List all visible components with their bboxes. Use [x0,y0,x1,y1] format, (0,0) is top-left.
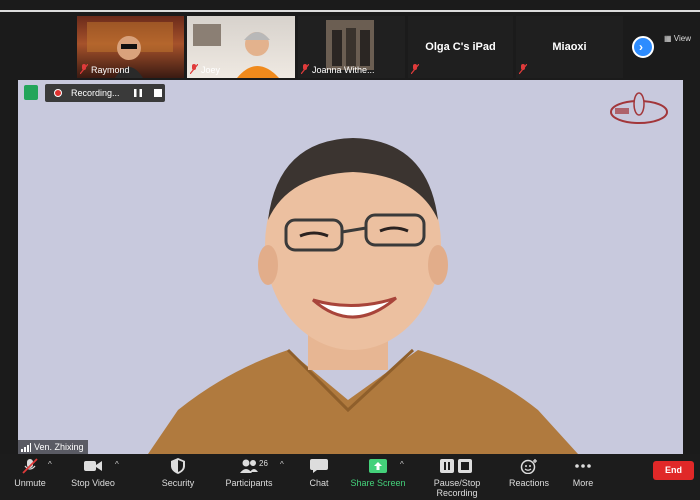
pause-recording-icon[interactable] [131,86,145,100]
security-shield-icon[interactable] [24,85,38,100]
participant-tile-joanna[interactable]: Joanna Withe... [298,16,405,78]
unmute-label: Unmute [14,478,46,488]
muted-mic-icon [519,64,527,74]
share-screen-label: Share Screen [350,478,406,488]
organization-logo [610,92,668,124]
active-speaker-video: Recording... Ven. Zhixing [18,80,683,454]
end-meeting-button[interactable]: End [653,461,694,480]
pause-stop-recording-button[interactable]: Pause/Stop Recording [414,458,500,498]
gallery-strip: Raymond Joey Joanna Withe... Olga C's iP… [0,14,700,80]
unmute-button[interactable]: Unmute ^ [10,458,52,488]
share-options-caret-icon[interactable]: ^ [400,460,404,469]
zoom-meeting-window: Raymond Joey Joanna Withe... Olga C's iP… [0,0,700,500]
participants-count: 26 [259,459,268,468]
stop-video-button[interactable]: Stop Video ^ [65,458,121,488]
security-label: Security [161,478,195,488]
window-top-border [0,10,700,12]
participant-name-large: Olga C's iPad [425,41,496,53]
view-label: View [673,34,691,43]
video-options-caret-icon[interactable]: ^ [115,460,119,469]
muted-microphone-icon [22,458,38,474]
muted-mic-icon [411,64,419,74]
participant-name: Raymond [91,65,130,75]
grid-icon: ▦ [664,34,674,43]
more-button[interactable]: More [568,458,598,488]
chat-label: Chat [309,478,329,488]
speaker-image [148,138,578,454]
smiley-plus-icon [520,459,537,474]
participant-tile-olga[interactable]: Olga C's iPad [408,16,513,78]
recording-label: Recording... [71,88,120,98]
participant-tile-miaoxi[interactable]: Miaoxi [516,16,623,78]
chat-bubble-icon [310,459,328,473]
audio-options-caret-icon[interactable]: ^ [48,460,52,469]
muted-mic-icon [301,64,309,74]
next-page-button[interactable]: › [632,36,654,58]
shield-icon [171,458,185,474]
muted-mic-icon [80,64,88,74]
recording-dot-icon [54,89,62,97]
participant-tile-joey[interactable]: Joey [187,16,295,78]
chat-button[interactable]: Chat [304,458,334,488]
pause-stop-recording-label: Pause/Stop Recording [433,478,481,498]
participant-name: Joey [201,65,221,75]
participant-name-large: Miaoxi [552,41,587,53]
video-camera-icon [84,461,102,471]
participant-tile-raymond[interactable]: Raymond [77,16,184,78]
participants-label: Participants [225,478,273,488]
meeting-controls-toolbar: Unmute ^ Stop Video ^ Security Participa… [0,454,700,500]
view-button[interactable]: ▦ View [664,34,691,43]
share-screen-icon [369,459,387,473]
more-label: More [572,478,594,488]
stop-video-label: Stop Video [71,478,115,488]
participants-button[interactable]: Participants 26 ^ [222,458,283,488]
muted-mic-icon [190,64,198,74]
speaker-name-badge: Ven. Zhixing [18,440,88,454]
signal-strength-icon [21,443,31,452]
stop-recording-icon[interactable] [151,86,165,100]
share-screen-button[interactable]: Share Screen ^ [350,458,406,488]
reactions-label: Reactions [508,478,550,488]
reactions-button[interactable]: Reactions [508,458,550,488]
speaker-name: Ven. Zhixing [34,442,84,452]
pause-stop-icon [440,459,472,473]
participants-icon [240,459,258,473]
security-button[interactable]: Security [156,458,200,488]
more-dots-icon [575,464,591,468]
participant-name: Joanna Withe... [312,65,375,75]
recording-indicator: Recording... [45,84,165,102]
chevron-right-icon: › [639,40,643,54]
participants-options-caret-icon[interactable]: ^ [280,460,284,469]
